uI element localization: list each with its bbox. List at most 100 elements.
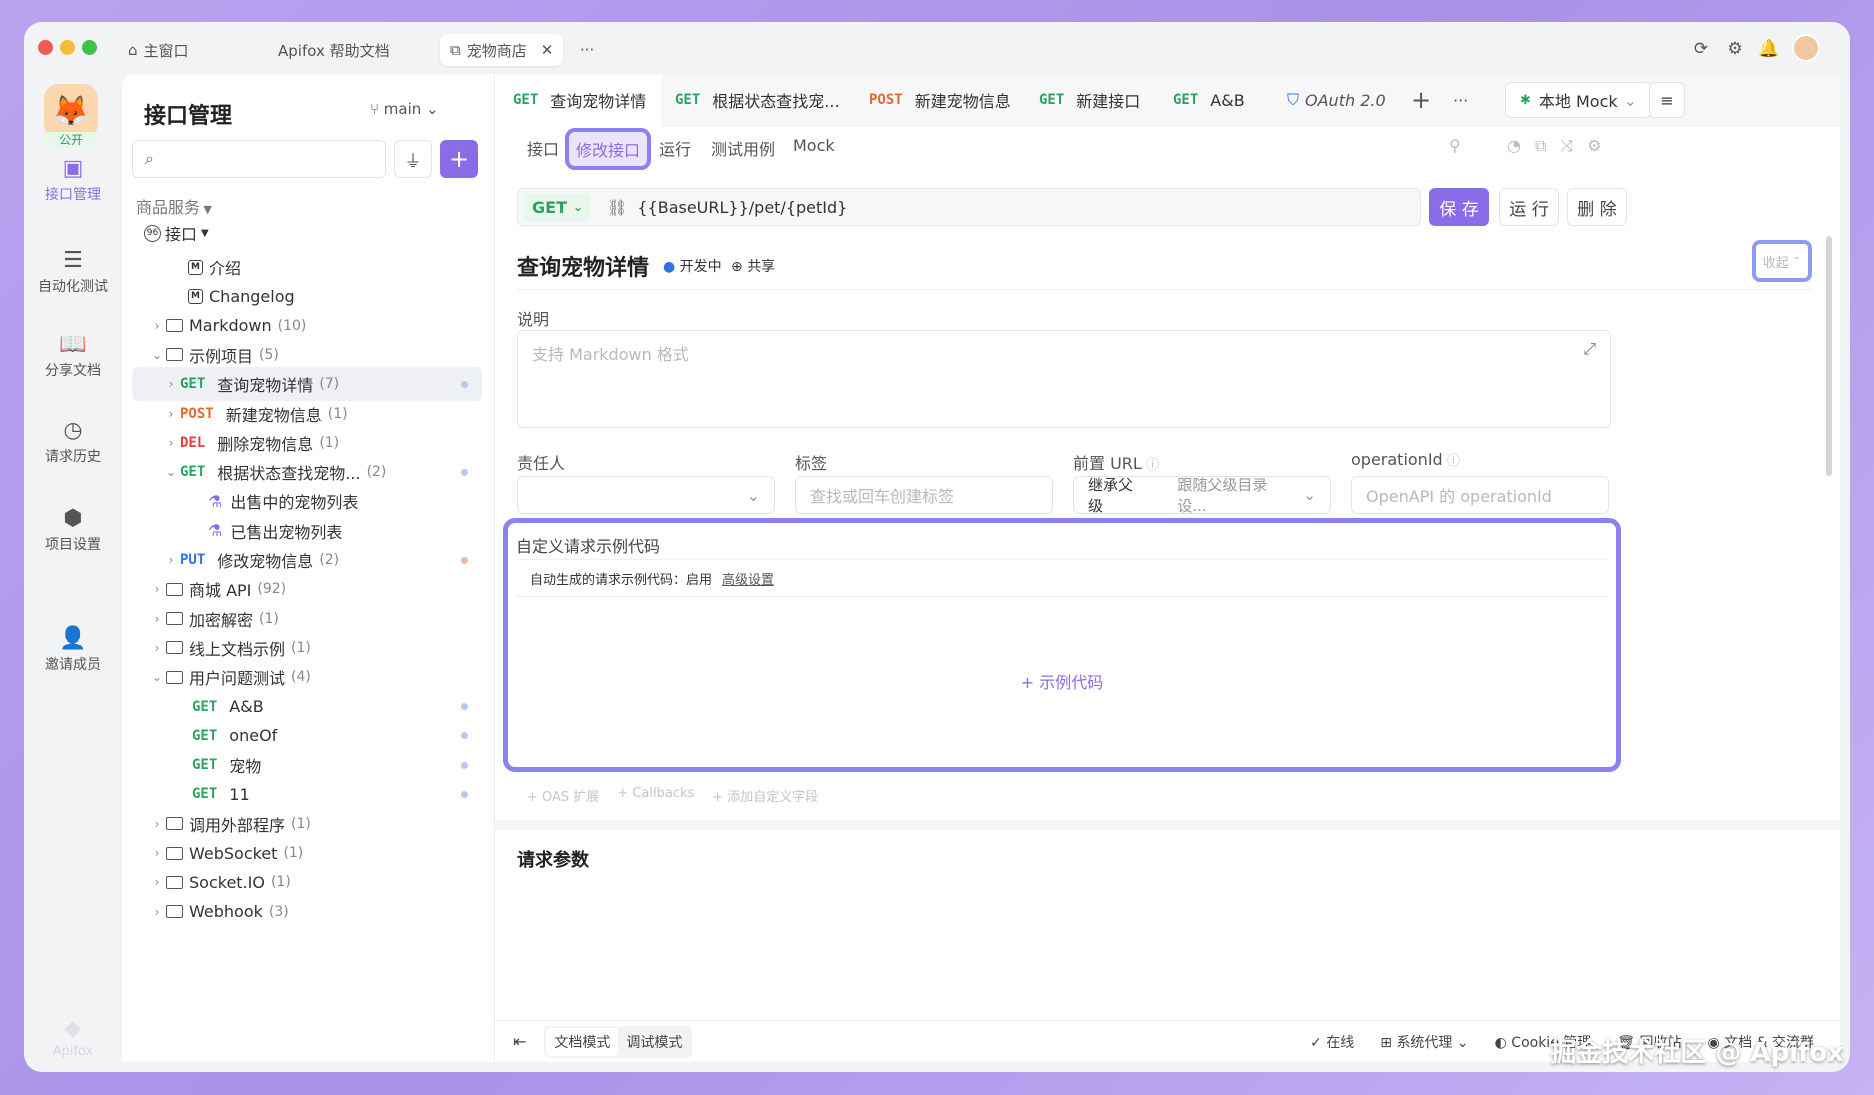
tree-root[interactable]: 96 接口 ▼	[144, 216, 482, 250]
chevron-right-icon[interactable]: ›	[148, 905, 166, 919]
chevron-right-icon[interactable]: ›	[162, 377, 180, 391]
close-tab-icon[interactable]: ✕	[541, 41, 554, 59]
chevron-right-icon[interactable]: ›	[148, 817, 166, 831]
tab-find-by-status[interactable]: GET 根据状态查找宠...	[675, 74, 840, 126]
window-tab-home[interactable]: ⌂ 主窗口	[128, 34, 189, 66]
chevron-right-icon[interactable]: ›	[148, 875, 166, 889]
tab-get-pet-detail[interactable]: GET 查询宠物详情	[495, 74, 661, 126]
hexagon-icon: ⬢	[63, 506, 83, 531]
online-status[interactable]: ✓ 在线	[1310, 1032, 1354, 1052]
network-icon: ⊞	[1380, 1034, 1397, 1051]
add-button[interactable]: +	[440, 140, 478, 178]
new-tab-button[interactable]: +	[1411, 74, 1431, 126]
subtab-mock[interactable]: Mock	[793, 136, 835, 155]
service-selector[interactable]: 商品服务 ▼	[136, 194, 212, 218]
branch-selector[interactable]: ⑂ main ⌄	[370, 100, 439, 118]
advanced-settings-link[interactable]: 高级设置	[722, 569, 774, 588]
env-selector[interactable]: ✱ 本地 Mock ⌄	[1505, 82, 1653, 118]
rail-item-settings[interactable]: ⬢ 项目设置	[24, 504, 122, 554]
tabs-more-button[interactable]: ···	[1453, 74, 1468, 126]
proxy-selector[interactable]: ⊞ 系统代理 ⌄	[1380, 1032, 1468, 1052]
minimize-window-button[interactable]	[60, 40, 75, 55]
chevron-right-icon[interactable]: ›	[148, 846, 166, 860]
prefix-url-select[interactable]: 继承父级 跟随父级目录设... ⌄	[1073, 476, 1331, 515]
chevron-right-icon[interactable]: ›	[148, 319, 166, 333]
window-tab-help[interactable]: Apifox 帮助文档	[278, 34, 390, 66]
tab-new-pet[interactable]: POST 新建宠物信息	[869, 74, 1011, 126]
project-avatar[interactable]: 🦊	[44, 84, 98, 138]
tab-a-and-b[interactable]: GET A&B	[1173, 74, 1245, 126]
close-window-button[interactable]	[38, 40, 53, 55]
tree-item-count: (1)	[291, 639, 311, 656]
scrollbar[interactable]	[1826, 236, 1832, 476]
collapse-sidebar-icon[interactable]: ⇤	[513, 1032, 526, 1051]
chevron-right-icon[interactable]: ›	[162, 553, 180, 567]
subtab-run[interactable]: 运行	[659, 136, 691, 160]
debug-mode-button[interactable]: 调试模式	[618, 1028, 690, 1056]
settings-icon[interactable]: ⚙	[1587, 136, 1615, 155]
tree-item-label: 介绍	[209, 259, 242, 278]
expand-icon[interactable]: ⤢	[1583, 339, 1596, 359]
status-dot	[461, 703, 468, 710]
url-input[interactable]: {{BaseURL}}/pet/{petId}	[637, 198, 847, 217]
markdown-icon: M	[188, 259, 203, 275]
chevron-right-icon[interactable]: ›	[148, 612, 166, 626]
auto-code-row: 自动生成的请求示例代码：启用 高级设置	[516, 559, 1608, 597]
markdown-icon: M	[188, 288, 203, 304]
chevron-right-icon[interactable]: ›	[148, 582, 166, 596]
rail-item-autotest[interactable]: ☰ 自动化测试	[24, 246, 122, 296]
maximize-window-button[interactable]	[82, 40, 97, 55]
rail-item-history[interactable]: ◷ 请求历史	[24, 416, 122, 466]
save-button[interactable]: 保 存	[1429, 188, 1489, 226]
window-tab-petstore[interactable]: ⧉ 宠物商店 ✕	[440, 34, 564, 66]
folder-icon	[166, 582, 183, 596]
tags-input[interactable]: 查找或回车创建标签	[795, 476, 1053, 514]
add-sample-code-button[interactable]: + 示例代码	[508, 669, 1616, 693]
description-textarea[interactable]: 支持 Markdown 格式 ⤢	[517, 330, 1611, 428]
search-input[interactable]: ⌕	[132, 140, 386, 178]
share-icon[interactable]: ⤨	[1560, 136, 1587, 155]
window-more-button[interactable]: ···	[580, 34, 594, 66]
tree-item[interactable]: › Webhook (3)	[132, 895, 482, 929]
owner-select[interactable]: ⌄	[517, 476, 775, 514]
chevron-right-icon[interactable]: ›	[148, 641, 166, 655]
refresh-icon[interactable]: ⟳	[1690, 38, 1712, 60]
collapse-button[interactable]: 收起 ⌃	[1752, 240, 1812, 282]
folder-icon	[166, 875, 183, 889]
delete-button[interactable]: 删 除	[1567, 188, 1627, 226]
share-badge[interactable]: ⊕ 共享	[731, 256, 775, 276]
tab-new-api[interactable]: GET 新建接口	[1039, 74, 1140, 126]
subtab-edit-api[interactable]: 修改接口	[565, 128, 651, 170]
menu-button[interactable]: ≡	[1649, 82, 1685, 118]
tree-item-label: Changelog	[209, 286, 295, 306]
operationid-input[interactable]: OpenAPI 的 operationId	[1351, 476, 1609, 514]
tab-oauth[interactable]: ⛉ OAuth 2.0	[1287, 74, 1386, 126]
oas-extension-button[interactable]: + OAS 扩展	[527, 786, 599, 805]
rail-item-invite[interactable]: 👤 邀请成员	[24, 624, 122, 674]
chevron-right-icon[interactable]: ›	[162, 436, 180, 450]
copy-icon[interactable]: ⧉	[1535, 136, 1560, 155]
pin-icon[interactable]: ⚲	[1449, 136, 1461, 155]
rail-item-api[interactable]: ▣ 接口管理	[24, 154, 122, 204]
subtab-testcases[interactable]: 测试用例	[711, 136, 775, 160]
brand-logo: ◆ Apifox	[24, 1014, 122, 1059]
chevron-down-icon[interactable]: ⌄	[148, 670, 166, 684]
settings-icon[interactable]: ⚙	[1724, 38, 1746, 60]
user-avatar[interactable]	[1792, 34, 1820, 62]
subtab-api[interactable]: 接口	[527, 136, 559, 160]
run-button[interactable]: 运 行	[1499, 188, 1559, 226]
callbacks-button[interactable]: + Callbacks	[617, 786, 694, 805]
watermark: 掘金技术社区 @ Apifox	[1550, 1038, 1844, 1068]
status-badge[interactable]: ● 开发中	[663, 256, 722, 276]
custom-field-button[interactable]: + 添加自定义字段	[712, 786, 818, 805]
rail-item-share[interactable]: 📖 分享文档	[24, 330, 122, 380]
chevron-down-icon[interactable]: ⌄	[148, 348, 166, 362]
chevron-right-icon[interactable]: ›	[162, 407, 180, 421]
doc-mode-button[interactable]: 文档模式	[546, 1027, 619, 1056]
bell-icon[interactable]: 🔔	[1758, 38, 1780, 60]
filter-button[interactable]: ⏚	[394, 140, 432, 178]
chevron-down-icon[interactable]: ⌄	[162, 465, 180, 479]
tree-item-count: (2)	[319, 552, 340, 568]
method-selector[interactable]: GET ⌄	[524, 193, 592, 221]
history-icon[interactable]: ◔	[1507, 136, 1535, 155]
